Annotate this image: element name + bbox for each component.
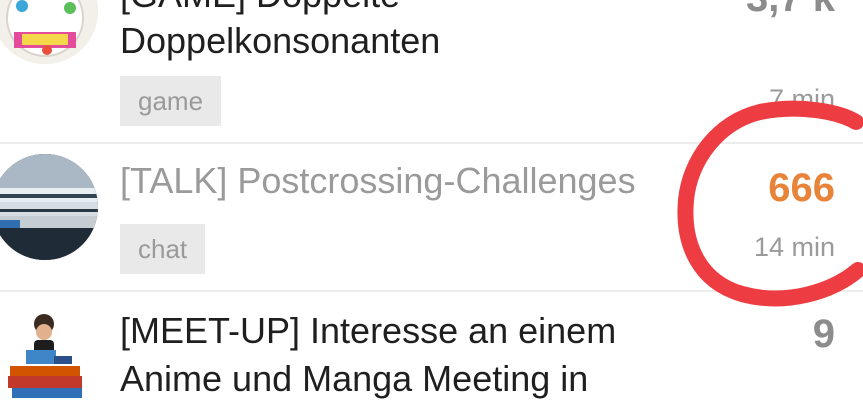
reply-count: 666 — [768, 166, 835, 210]
topic-title-line-1: [MEET-UP] Interesse an einem — [120, 310, 617, 351]
topic-title-line-top: [GAME] Doppelte — [120, 0, 440, 18]
category-tag-chat[interactable]: chat — [120, 224, 206, 274]
topic-list: [GAME] Doppelte Doppelkonsonanten game 3… — [0, 0, 863, 407]
topic-row-meet-up[interactable]: [MEET-UP] Interesse an einem Anime und M… — [0, 292, 863, 407]
reply-count: 9 — [812, 312, 835, 356]
topic-title[interactable]: [TALK] Postcrossing-Challenges — [120, 158, 636, 204]
avatar — [0, 306, 102, 407]
topic-row-doppelkonsonanten[interactable]: [GAME] Doppelte Doppelkonsonanten game 3… — [0, 0, 863, 143]
character-avatar-icon — [0, 0, 98, 64]
topic-title[interactable]: [GAME] Doppelte Doppelkonsonanten — [120, 0, 440, 64]
ship-photo-avatar-icon — [0, 154, 98, 260]
last-activity-time: 14 min — [753, 232, 835, 262]
category-tag-game[interactable]: game — [120, 76, 222, 126]
reading-person-avatar-icon — [0, 306, 102, 407]
avatar — [0, 154, 98, 260]
last-activity-time: 7 min — [768, 84, 835, 114]
avatar — [0, 0, 98, 64]
topic-title[interactable]: [MEET-UP] Interesse an einem Anime und M… — [120, 308, 616, 402]
topic-title-line-2: Anime und Manga Meeting in — [120, 358, 589, 399]
reply-count: 3,7 k — [746, 0, 835, 21]
topic-row-postcrossing-challenges[interactable]: [TALK] Postcrossing-Challenges chat 666 … — [0, 144, 863, 290]
topic-title-line-2: Doppelkonsonanten — [120, 20, 441, 61]
